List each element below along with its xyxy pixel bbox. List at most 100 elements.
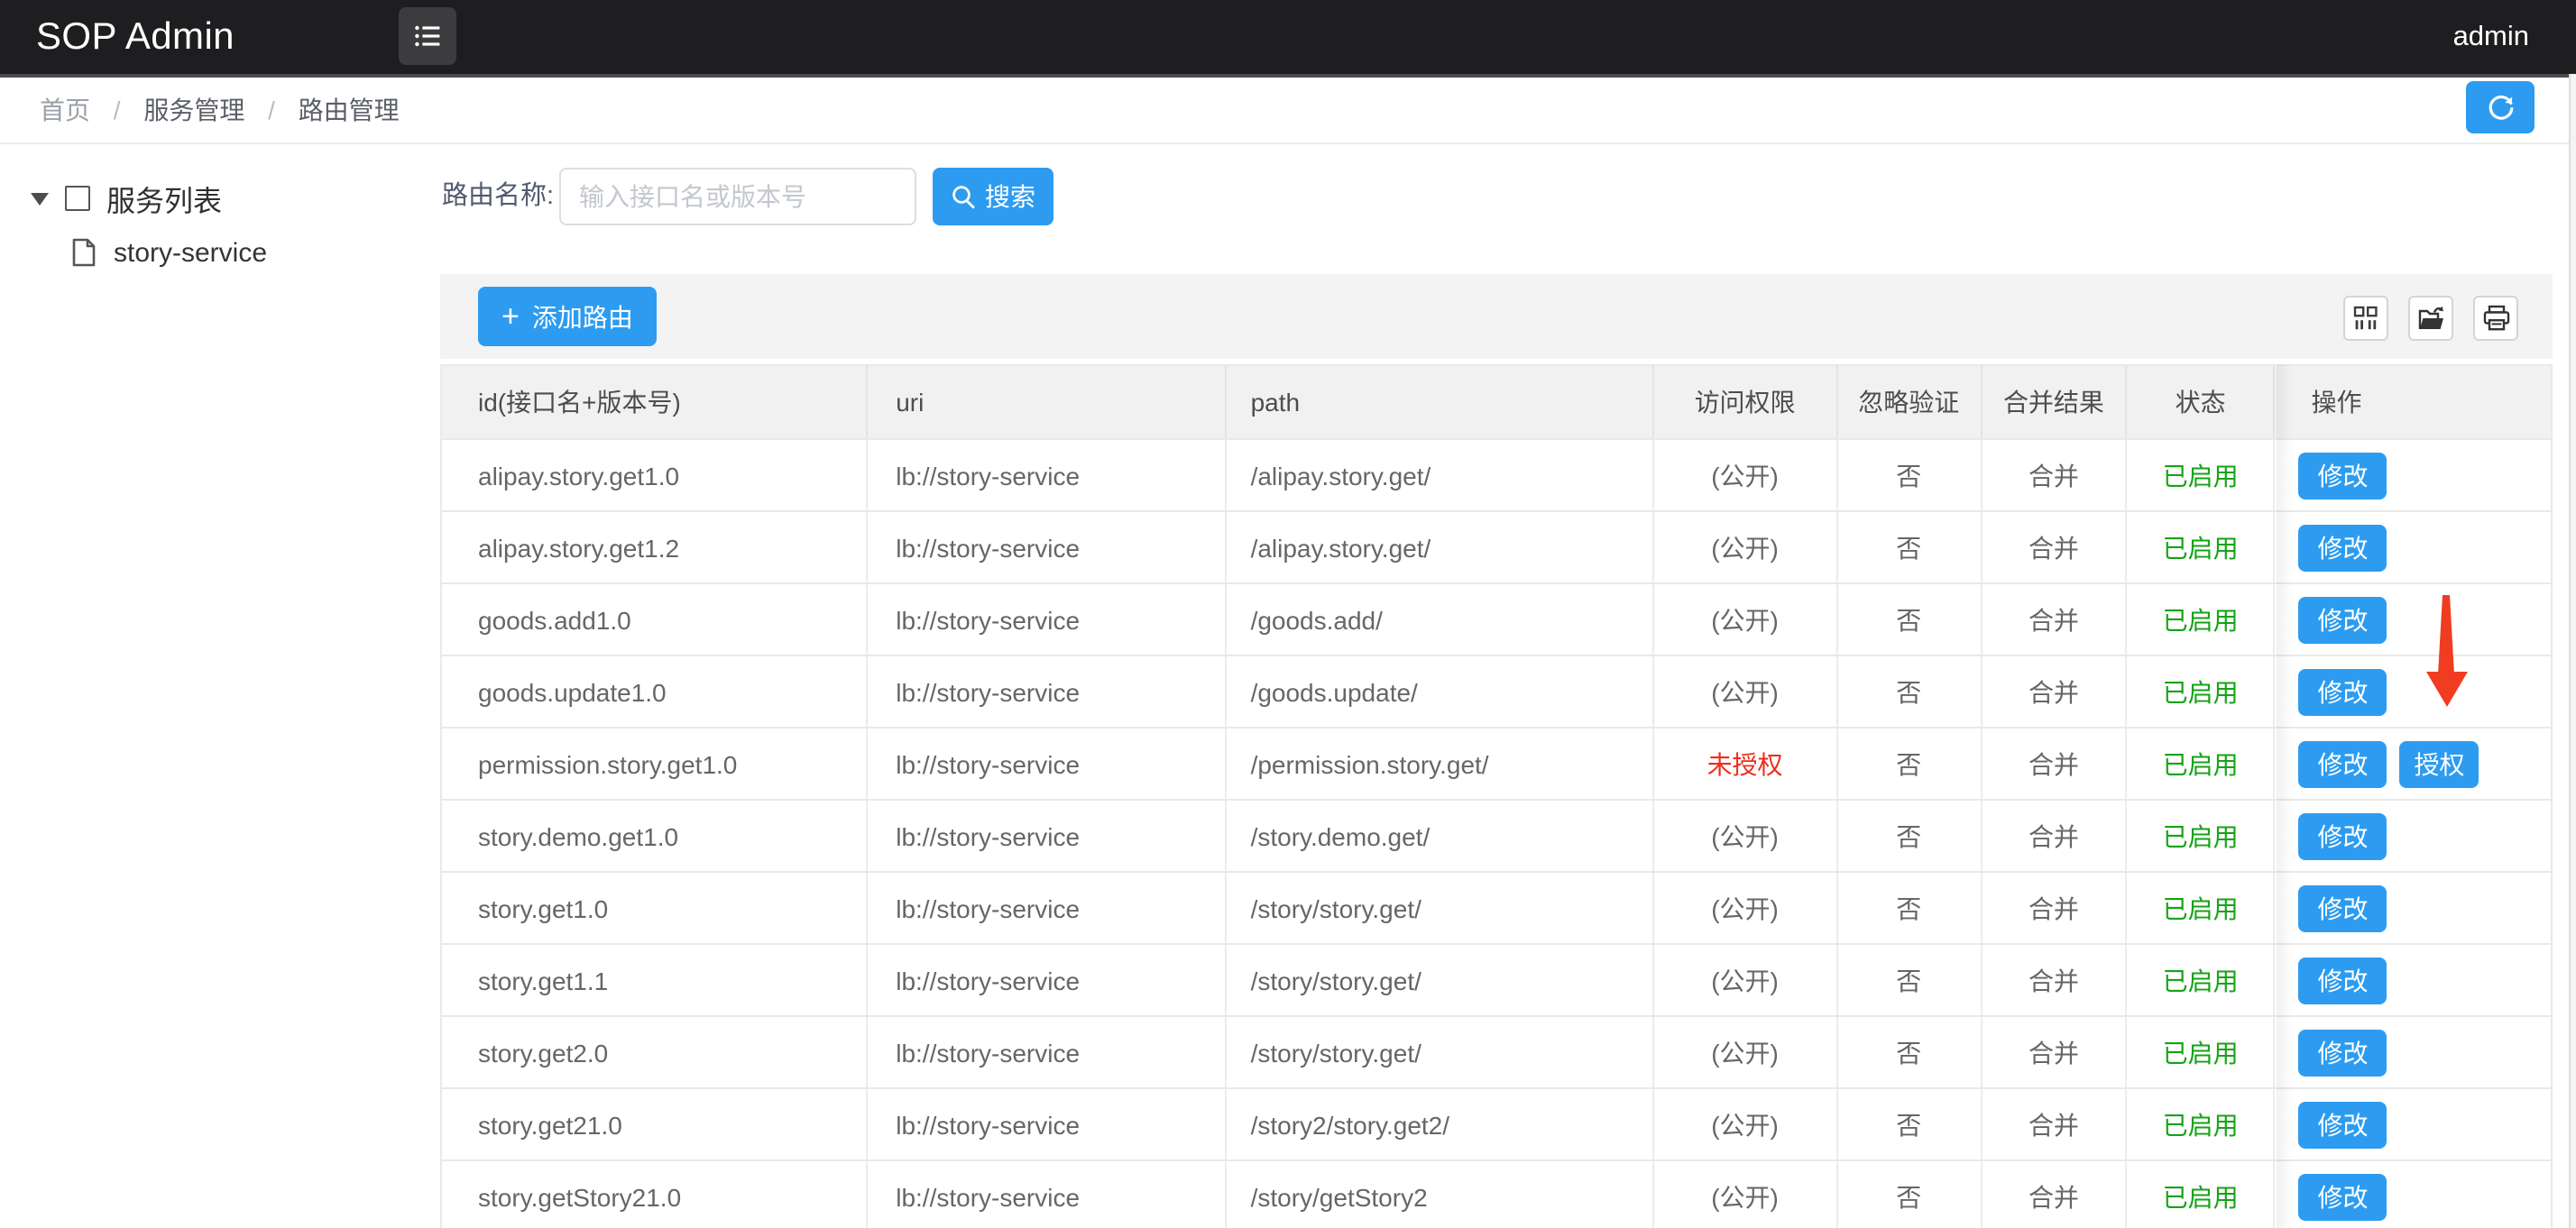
cell-actions: 修改 [2276, 1089, 2551, 1159]
cell-ignore-auth: 否 [1837, 729, 1982, 799]
column-header-id: id(接口名+版本号) [442, 366, 867, 438]
cell-actions: 修改 [2276, 873, 2551, 943]
cell-permission: (公开) [1654, 873, 1838, 943]
app-title: SOP Admin [36, 0, 235, 74]
route-table-panel: + 添加路由 [440, 274, 2553, 1228]
tree-node-label[interactable]: story-service [114, 237, 267, 268]
print-button[interactable] [2473, 296, 2518, 341]
cell-merge-result: 合并 [1982, 873, 2128, 943]
modify-button[interactable]: 修改 [2299, 1173, 2387, 1220]
cell-status: 已启用 [2128, 873, 2276, 943]
modify-button[interactable]: 修改 [2299, 452, 2387, 499]
cell-actions: 修改 [2276, 584, 2551, 655]
cell-id: story.get2.0 [442, 1017, 867, 1087]
cell-path: /alipay.story.get/ [1228, 512, 1654, 582]
cell-path: /story/story.get/ [1228, 873, 1654, 943]
cell-uri: lb://story-service [867, 1017, 1227, 1087]
cell-id: story.getStory21.0 [442, 1161, 867, 1228]
current-user[interactable]: admin [2453, 0, 2529, 74]
route-name-input[interactable] [559, 168, 916, 225]
cell-ignore-auth: 否 [1837, 440, 1982, 510]
cell-uri: lb://story-service [867, 1161, 1227, 1228]
breadcrumb: 首页 / 服务管理 / 路由管理 [40, 78, 400, 142]
cell-ignore-auth: 否 [1837, 801, 1982, 871]
cell-permission: (公开) [1654, 1017, 1838, 1087]
cell-status: 已启用 [2128, 1017, 2276, 1087]
cell-actions: 修改 [2276, 656, 2551, 727]
cell-status: 已启用 [2128, 440, 2276, 510]
table-row: goods.add1.0lb://story-service/goods.add… [442, 584, 2551, 656]
cell-ignore-auth: 否 [1837, 1161, 1982, 1228]
cell-merge-result: 合并 [1982, 584, 2128, 655]
breadcrumb-separator: / [114, 96, 121, 124]
modify-button[interactable]: 修改 [2299, 957, 2387, 1003]
cell-permission: 未授权 [1654, 729, 1838, 799]
cell-id: goods.add1.0 [442, 584, 867, 655]
modify-button[interactable]: 修改 [2299, 668, 2387, 715]
refresh-button[interactable] [2466, 81, 2535, 133]
cell-id: story.get1.1 [442, 945, 867, 1015]
cell-merge-result: 合并 [1982, 1161, 2128, 1228]
column-settings-button[interactable] [2343, 296, 2388, 341]
modify-button[interactable]: 修改 [2299, 884, 2387, 931]
cell-ignore-auth: 否 [1837, 945, 1982, 1015]
cell-id: permission.story.get1.0 [442, 729, 867, 799]
sidebar-toggle-button[interactable] [399, 7, 456, 65]
breadcrumb-route-mgmt[interactable]: 路由管理 [299, 96, 400, 124]
cell-uri: lb://story-service [867, 873, 1227, 943]
cell-actions: 修改 [2276, 801, 2551, 871]
cell-status: 已启用 [2128, 801, 2276, 871]
file-icon [72, 238, 96, 267]
cell-status: 已启用 [2128, 1161, 2276, 1228]
sidebar-item-story-service[interactable]: story-service [72, 234, 267, 270]
cell-path: /story/getStory2 [1228, 1161, 1654, 1228]
cell-permission: (公开) [1654, 512, 1838, 582]
cell-status: 已启用 [2128, 945, 2276, 1015]
cell-ignore-auth: 否 [1837, 656, 1982, 727]
scrollbar-track[interactable] [2569, 74, 2576, 1228]
search-button[interactable]: 搜索 [933, 168, 1053, 225]
cell-status: 已启用 [2128, 729, 2276, 799]
printer-icon [2481, 305, 2510, 332]
cell-permission: (公开) [1654, 1089, 1838, 1159]
modify-button[interactable]: 修改 [2299, 524, 2387, 571]
cell-uri: lb://story-service [867, 945, 1227, 1015]
modify-button[interactable]: 修改 [2299, 596, 2387, 643]
sidebar-item-service-list[interactable]: 服务列表 [31, 180, 222, 216]
refresh-icon [2485, 92, 2516, 123]
cell-permission: (公开) [1654, 656, 1838, 727]
cell-permission: (公开) [1654, 584, 1838, 655]
export-button[interactable] [2408, 296, 2453, 341]
modify-button[interactable]: 修改 [2299, 740, 2387, 787]
table-row: goods.update1.0lb://story-service/goods.… [442, 656, 2551, 729]
modify-button[interactable]: 修改 [2299, 1101, 2387, 1148]
app-window: SOP Admin admin 首页 / 服务管理 / 路由管理 [0, 0, 2576, 1228]
tree-node-label[interactable]: 服务列表 [106, 177, 222, 220]
modify-button[interactable]: 修改 [2299, 812, 2387, 859]
cell-status: 已启用 [2128, 512, 2276, 582]
breadcrumb-service-mgmt[interactable]: 服务管理 [143, 96, 244, 124]
cell-uri: lb://story-service [867, 656, 1227, 727]
column-header-uri: uri [867, 366, 1227, 438]
search-icon [951, 184, 976, 209]
route-name-label: 路由名称: [442, 168, 554, 225]
column-header-status: 状态 [2128, 366, 2276, 438]
cell-id: goods.update1.0 [442, 656, 867, 727]
top-navbar: SOP Admin admin [0, 0, 2576, 78]
folder-square-icon [65, 186, 90, 211]
modify-button[interactable]: 修改 [2299, 1029, 2387, 1076]
cell-permission: (公开) [1654, 1161, 1838, 1228]
cell-actions: 修改 [2276, 512, 2551, 582]
cell-uri: lb://story-service [867, 584, 1227, 655]
cell-path: /story/story.get/ [1228, 1017, 1654, 1087]
add-route-label: 添加路由 [532, 298, 633, 334]
tree-expand-caret-icon[interactable] [31, 192, 49, 205]
authorize-button[interactable]: 授权 [2400, 740, 2479, 787]
breadcrumb-home[interactable]: 首页 [40, 96, 90, 124]
column-header-path: path [1228, 366, 1654, 438]
cell-path: /story/story.get/ [1228, 945, 1654, 1015]
cell-actions: 修改 [2276, 1017, 2551, 1087]
cell-actions: 修改授权 [2276, 729, 2551, 799]
table-header-row: id(接口名+版本号) uri path 访问权限 忽略验证 合并结果 状态 操… [442, 366, 2551, 440]
add-route-button[interactable]: + 添加路由 [478, 287, 657, 346]
